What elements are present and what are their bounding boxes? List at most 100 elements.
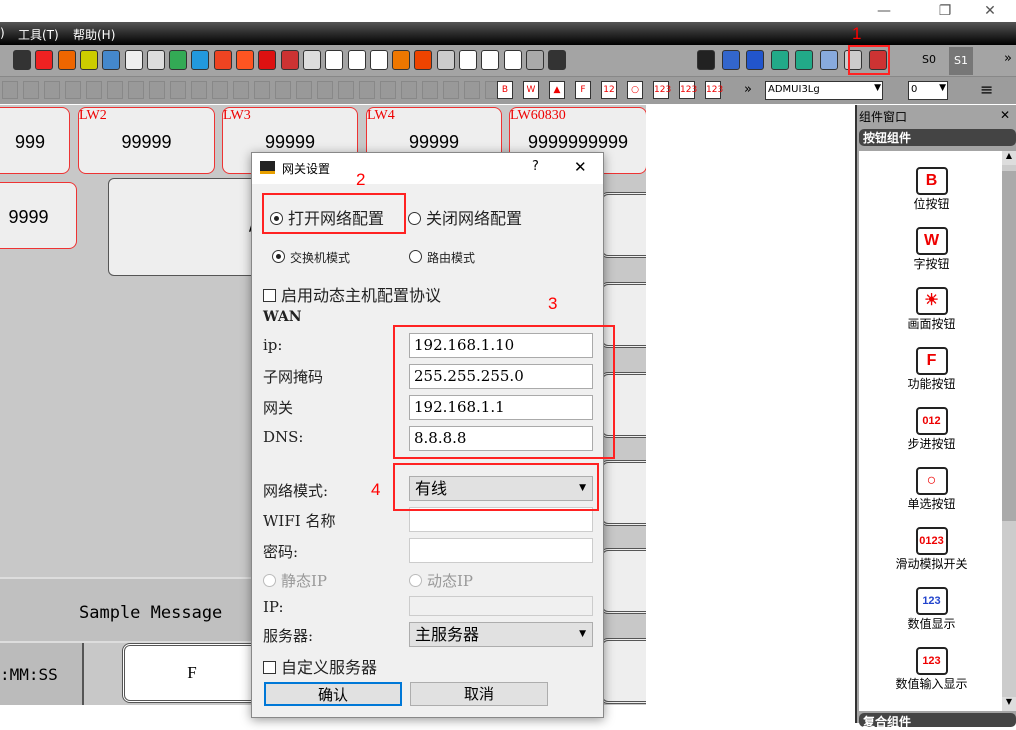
keypad-icon[interactable] <box>436 50 455 70</box>
screen-button-icon[interactable]: ▲ <box>549 81 565 99</box>
align-icon[interactable] <box>128 81 144 99</box>
menu-partial[interactable]: ) <box>0 26 5 40</box>
component-item[interactable]: B 位按钮 <box>859 167 1004 212</box>
layer-icon[interactable] <box>296 81 312 99</box>
component-item[interactable]: W 字按钮 <box>859 227 1004 272</box>
layer-icon[interactable] <box>443 81 459 99</box>
gif-icon[interactable] <box>191 50 210 70</box>
lw-box[interactable]: LW2 99999 <box>78 107 215 174</box>
rotate-icon[interactable] <box>233 81 249 99</box>
router-mode-radio[interactable]: 路由模式 <box>409 249 475 266</box>
align-icon[interactable] <box>23 81 39 99</box>
menu-help[interactable]: 帮助(H) <box>73 26 115 43</box>
align-icon[interactable] <box>86 81 102 99</box>
align-icon[interactable] <box>191 81 207 99</box>
beveled-button[interactable] <box>600 638 646 704</box>
network-icon[interactable] <box>819 50 838 70</box>
close-network-radio[interactable]: 关闭网络配置 <box>408 205 522 229</box>
layer-icon[interactable] <box>464 81 480 99</box>
align-menu-icon[interactable]: ≡ <box>980 80 993 99</box>
component-item[interactable]: ○ 单选按钮 <box>859 467 1004 512</box>
align-icon[interactable] <box>107 81 123 99</box>
lamp-icon[interactable] <box>213 50 232 70</box>
s0-button[interactable]: S0 <box>922 53 936 66</box>
layer-icon[interactable] <box>317 81 333 99</box>
align-icon[interactable] <box>170 81 186 99</box>
ok-button[interactable]: 确认 <box>264 682 402 706</box>
restore-button[interactable]: ❐ <box>925 0 965 22</box>
history-bar-icon[interactable] <box>503 50 522 70</box>
function-f-icon[interactable] <box>57 50 76 70</box>
tools-icon[interactable] <box>697 50 715 70</box>
lw-box[interactable]: 999 <box>0 107 70 174</box>
rotate-icon[interactable] <box>275 81 291 99</box>
minimize-button[interactable]: — <box>864 0 904 22</box>
layer-icon[interactable] <box>422 81 438 99</box>
menu-tools[interactable]: 工具(T) <box>18 26 59 43</box>
component-item[interactable]: 0123 滑动模拟开关 <box>859 527 1004 572</box>
layer-icon[interactable] <box>359 81 375 99</box>
rotate-icon[interactable] <box>254 81 270 99</box>
trend-chart-icon[interactable] <box>325 50 344 70</box>
dialog-close-button[interactable]: ✕ <box>574 158 587 176</box>
download-icon[interactable] <box>770 50 789 70</box>
component-item[interactable]: 123 数值输入显示 <box>859 647 1004 692</box>
bit-button-icon[interactable]: B <box>497 81 513 99</box>
layer-icon[interactable] <box>401 81 417 99</box>
component-item[interactable]: 012 步进按钮 <box>859 407 1004 452</box>
record-list-icon[interactable] <box>13 50 31 70</box>
week-icon[interactable] <box>146 50 165 70</box>
layer-icon[interactable] <box>338 81 354 99</box>
simulate-icon[interactable] <box>746 50 764 70</box>
scrollbar[interactable]: ▲ ▼ <box>1002 151 1016 711</box>
help-button[interactable]: ? <box>532 159 539 174</box>
cancel-button[interactable]: 取消 <box>410 682 548 706</box>
number-input-icon[interactable]: 123 <box>705 81 723 99</box>
layer-icon[interactable] <box>380 81 396 99</box>
cylinder-icon[interactable] <box>280 50 299 70</box>
toggle-icon[interactable] <box>236 50 254 70</box>
custom-server-checkbox[interactable]: 自定义服务器 <box>263 654 377 678</box>
toolbar-more[interactable]: » <box>1004 51 1012 66</box>
bar-icon[interactable] <box>258 50 277 70</box>
radio-button-icon[interactable]: ○ <box>627 81 643 99</box>
switch-mode-radio[interactable]: 交换机模式 <box>272 249 350 266</box>
beveled-button[interactable] <box>600 192 646 258</box>
word-button-icon[interactable]: W <box>523 81 539 99</box>
monitor-icon[interactable] <box>548 50 567 70</box>
align-icon[interactable] <box>65 81 81 99</box>
f-button[interactable]: F <box>122 643 262 703</box>
scroll-up-icon[interactable]: ▲ <box>1002 151 1016 165</box>
panel-close-icon[interactable]: ✕ <box>1000 108 1010 122</box>
component-item[interactable]: 123 数值显示 <box>859 587 1004 632</box>
static-ip-radio[interactable]: 静态IP <box>263 570 327 591</box>
align-icon[interactable] <box>149 81 165 99</box>
font-select[interactable]: ADMUI3Lg ▼ <box>765 81 883 100</box>
history-trend-icon[interactable] <box>459 50 477 70</box>
component-item[interactable]: ☀ 画面按钮 <box>859 287 1004 332</box>
step-button-icon[interactable]: 12 <box>601 81 617 99</box>
scroll-down-icon[interactable]: ▼ <box>1002 697 1016 711</box>
slider-icon[interactable]: 123 <box>653 81 671 99</box>
pipe-icon[interactable] <box>525 50 544 70</box>
align-icon[interactable] <box>44 81 60 99</box>
beveled-button[interactable] <box>600 460 646 526</box>
group-header-composite[interactable]: 复合组件 <box>859 713 1016 729</box>
compile-icon[interactable] <box>721 50 740 70</box>
s1-button[interactable]: S1 <box>949 47 973 75</box>
dhcp-checkbox[interactable]: 启用动态主机配置协议 <box>263 282 441 306</box>
password-input[interactable] <box>409 538 593 563</box>
histogram-icon[interactable] <box>369 50 388 70</box>
dynamic-ip-radio[interactable]: 动态IP <box>409 570 473 591</box>
rotate-icon[interactable] <box>212 81 228 99</box>
date-icon[interactable] <box>124 50 143 70</box>
ip2-input[interactable] <box>409 596 593 616</box>
beveled-button[interactable] <box>600 548 646 614</box>
size-select[interactable]: 0 ▼ <box>908 81 948 100</box>
scroll-thumb[interactable] <box>1002 171 1016 521</box>
align-icon[interactable] <box>2 81 18 99</box>
clock-icon[interactable] <box>102 50 121 70</box>
history-xy-icon[interactable] <box>481 50 500 70</box>
component-item[interactable]: F 功能按钮 <box>859 347 1004 392</box>
indicator-lamp-icon[interactable] <box>79 50 98 70</box>
